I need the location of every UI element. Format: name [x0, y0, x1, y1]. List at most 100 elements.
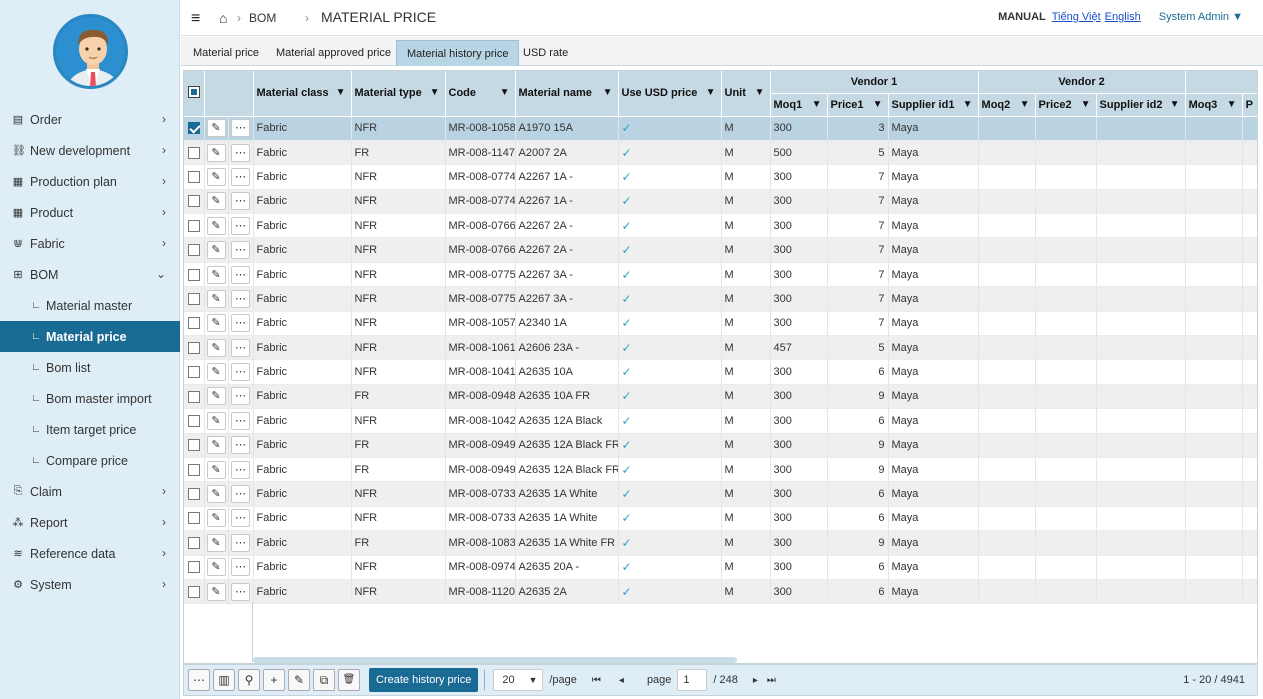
edit-icon[interactable]: ✎ — [206, 338, 226, 357]
table-row[interactable]: ✎ ⋯ Fabric FR MR-008-0949 A2635 12A Black FR ✓… — [184, 433, 1257, 458]
col-use-usd-price[interactable]: Use USD price ▼ — [618, 71, 722, 117]
user-avatar[interactable] — [53, 14, 128, 89]
row-checkbox[interactable] — [187, 414, 200, 427]
edit-icon[interactable]: ✎ — [206, 192, 226, 211]
copy-icon[interactable]: ⧉ — [313, 669, 335, 691]
filter-icon[interactable]: ▼ — [603, 87, 613, 98]
manual-link[interactable]: MANUAL — [998, 11, 1046, 23]
table-row[interactable]: ✎ ⋯ Fabric FR MR-008-0948 A2635 10A FR ✓ M 300 9 M… — [184, 384, 1257, 410]
row-checkbox[interactable] — [187, 536, 200, 549]
col-price1[interactable]: Price1 ▼ — [827, 93, 889, 117]
col-supplier-id1[interactable]: Supplier id1 ▼ — [888, 93, 979, 117]
more-icon[interactable]: ⋯ — [231, 411, 250, 430]
table-row[interactable]: ✎ ⋯ Fabric NFR MR-008-1058 A1970 15A ✓ M 300 3 May… — [184, 116, 1257, 141]
col-material-type[interactable]: Material type ▼ — [351, 71, 446, 117]
sidebar-item-system[interactable]: ⚙ System › — [0, 569, 180, 600]
table-row[interactable]: ✎ ⋯ Fabric NFR MR-008-1057 A2340 1A ✓ M 300 7 Maya — [184, 311, 1257, 337]
sidebar-item-report[interactable]: ⁂ Report › — [0, 507, 180, 538]
row-checkbox[interactable] — [187, 341, 200, 354]
breadcrumb-bom[interactable]: BOM — [249, 11, 276, 25]
col-price2[interactable]: Price2 ▼ — [1035, 93, 1097, 117]
row-checkbox[interactable] — [187, 585, 200, 598]
sidebar-item-bom-master-import[interactable]: ∟ Bom master import — [0, 383, 180, 414]
more-icon[interactable]: ⋯ — [231, 363, 250, 382]
table-row[interactable]: ✎ ⋯ Fabric NFR MR-008-0774 A2267 1A - ✓ M 300 7 Ma… — [184, 164, 1257, 190]
table-row[interactable]: ✎ ⋯ Fabric FR MR-008-1083 A2635 1A White FR ✓ M… — [184, 530, 1257, 556]
filter-icon[interactable]: ▼ — [1170, 99, 1180, 110]
filter-icon[interactable]: ▼ — [1020, 99, 1030, 110]
menu-icon[interactable]: ≡ — [191, 10, 200, 28]
edit-icon[interactable]: ✎ — [206, 314, 226, 333]
table-row[interactable]: ✎ ⋯ Fabric NFR MR-008-0775 A2267 3A - ✓ M 300 7 Ma… — [184, 262, 1257, 288]
sidebar-item-item-target-price[interactable]: ∟ Item target price — [0, 414, 180, 445]
edit-icon[interactable]: ✎ — [206, 289, 226, 308]
edit-icon[interactable]: ✎ — [206, 119, 226, 138]
lang-vi-link[interactable]: Tiếng Việt — [1052, 11, 1101, 23]
filter-icon[interactable]: ▼ — [1227, 99, 1237, 110]
col-code[interactable]: Code ▼ — [445, 71, 516, 117]
table-row[interactable]: ✎ ⋯ Fabric NFR MR-008-1042 A2635 12A Black ✓ M 3… — [184, 408, 1257, 434]
filter-icon[interactable]: ▼ — [873, 99, 883, 110]
filter-icon[interactable]: ▼ — [336, 87, 346, 98]
table-row[interactable]: ✎ ⋯ Fabric NFR MR-008-1120 A2635 2A ✓ M 300 6 Maya — [184, 579, 1257, 605]
more-icon[interactable]: ⋯ — [231, 558, 250, 577]
row-checkbox[interactable] — [187, 561, 200, 574]
more-icon[interactable]: ⋯ — [231, 582, 250, 601]
more-icon[interactable]: ⋯ — [231, 338, 250, 357]
more-icon[interactable]: ⋯ — [231, 533, 250, 552]
more-icon[interactable]: ⋯ — [231, 119, 250, 138]
last-page-icon[interactable]: ⏭ — [767, 675, 776, 686]
table-row[interactable]: ✎ ⋯ Fabric NFR MR-008-1061 A2606 23A - ✓ M 457 5 M… — [184, 335, 1257, 361]
more-icon[interactable]: ⋯ — [231, 509, 250, 528]
table-row[interactable]: ✎ ⋯ Fabric NFR MR-008-0733 A2635 1A White ✓ M 30… — [184, 481, 1257, 507]
edit-icon[interactable]: ✎ — [206, 485, 226, 504]
col-moq3[interactable]: Moq3 ▼ — [1185, 93, 1243, 117]
edit-icon[interactable]: ✎ — [206, 241, 226, 260]
col-moq2[interactable]: Moq2 ▼ — [978, 93, 1036, 117]
edit-icon[interactable]: ✎ — [206, 509, 226, 528]
add-icon[interactable]: + — [263, 669, 285, 691]
col-p3[interactable]: P — [1242, 93, 1257, 117]
delete-icon[interactable]: 🗑 — [338, 669, 360, 691]
filter-icon[interactable]: ▼ — [500, 87, 510, 98]
edit-icon[interactable]: ✎ — [206, 436, 226, 455]
more-icon[interactable]: ⋯ — [231, 143, 250, 162]
filter-icon[interactable]: ▼ — [963, 99, 973, 110]
more-icon[interactable]: ⋯ — [231, 216, 250, 235]
row-checkbox[interactable] — [187, 390, 200, 403]
row-checkbox[interactable] — [187, 488, 200, 501]
col-moq1[interactable]: Moq1 ▼ — [770, 93, 828, 117]
table-row[interactable]: ✎ ⋯ Fabric NFR MR-008-0775 A2267 3A - ✓ M 300 7 Ma… — [184, 286, 1257, 312]
more-icon[interactable]: ⋯ — [231, 241, 250, 260]
next-page-icon[interactable]: ▸ — [753, 675, 758, 686]
row-checkbox[interactable] — [187, 366, 200, 379]
row-checkbox[interactable] — [187, 122, 200, 135]
filter-icon[interactable]: ▼ — [812, 99, 822, 110]
row-checkbox[interactable] — [187, 439, 200, 452]
row-checkbox[interactable] — [187, 244, 200, 257]
edit-icon[interactable]: ✎ — [206, 216, 226, 235]
edit-icon[interactable]: ✎ — [288, 669, 310, 691]
more-icon[interactable]: ⋯ — [231, 436, 250, 455]
user-menu[interactable]: System Admin ▼ — [1159, 11, 1243, 23]
sidebar-item-material-master[interactable]: ∟ Material master — [0, 290, 180, 321]
horizontal-scrollbar[interactable] — [253, 657, 737, 663]
more-icon[interactable]: ⋯ — [231, 387, 250, 406]
lang-en-link[interactable]: English — [1105, 11, 1141, 23]
sidebar-item-bom-list[interactable]: ∟ Bom list — [0, 352, 180, 383]
sidebar-item-bom[interactable]: ⊞ BOM ⌄ — [0, 259, 180, 290]
filter-icon[interactable]: ▼ — [706, 87, 716, 98]
edit-icon[interactable]: ✎ — [206, 582, 226, 601]
edit-icon[interactable]: ✎ — [206, 143, 226, 162]
edit-icon[interactable]: ✎ — [206, 460, 226, 479]
page-input[interactable]: 1 — [677, 669, 708, 691]
filter-icon[interactable]: ▼ — [430, 87, 440, 98]
more-icon[interactable]: ⋯ — [231, 167, 250, 186]
select-all-checkbox[interactable] — [187, 85, 200, 98]
table-row[interactable]: ✎ ⋯ Fabric NFR MR-008-0733 A2635 1A White ✓ M 30… — [184, 506, 1257, 532]
sidebar-item-claim[interactable]: ⎘ Claim › — [0, 476, 180, 507]
table-row[interactable]: ✎ ⋯ Fabric NFR MR-008-0766 A2267 2A - ✓ M 300 7 Ma… — [184, 237, 1257, 263]
edit-icon[interactable]: ✎ — [206, 411, 226, 430]
row-checkbox[interactable] — [187, 171, 200, 184]
table-row[interactable]: ✎ ⋯ Fabric NFR MR-008-1041 A2635 10A ✓ M 300 6 May… — [184, 359, 1257, 385]
